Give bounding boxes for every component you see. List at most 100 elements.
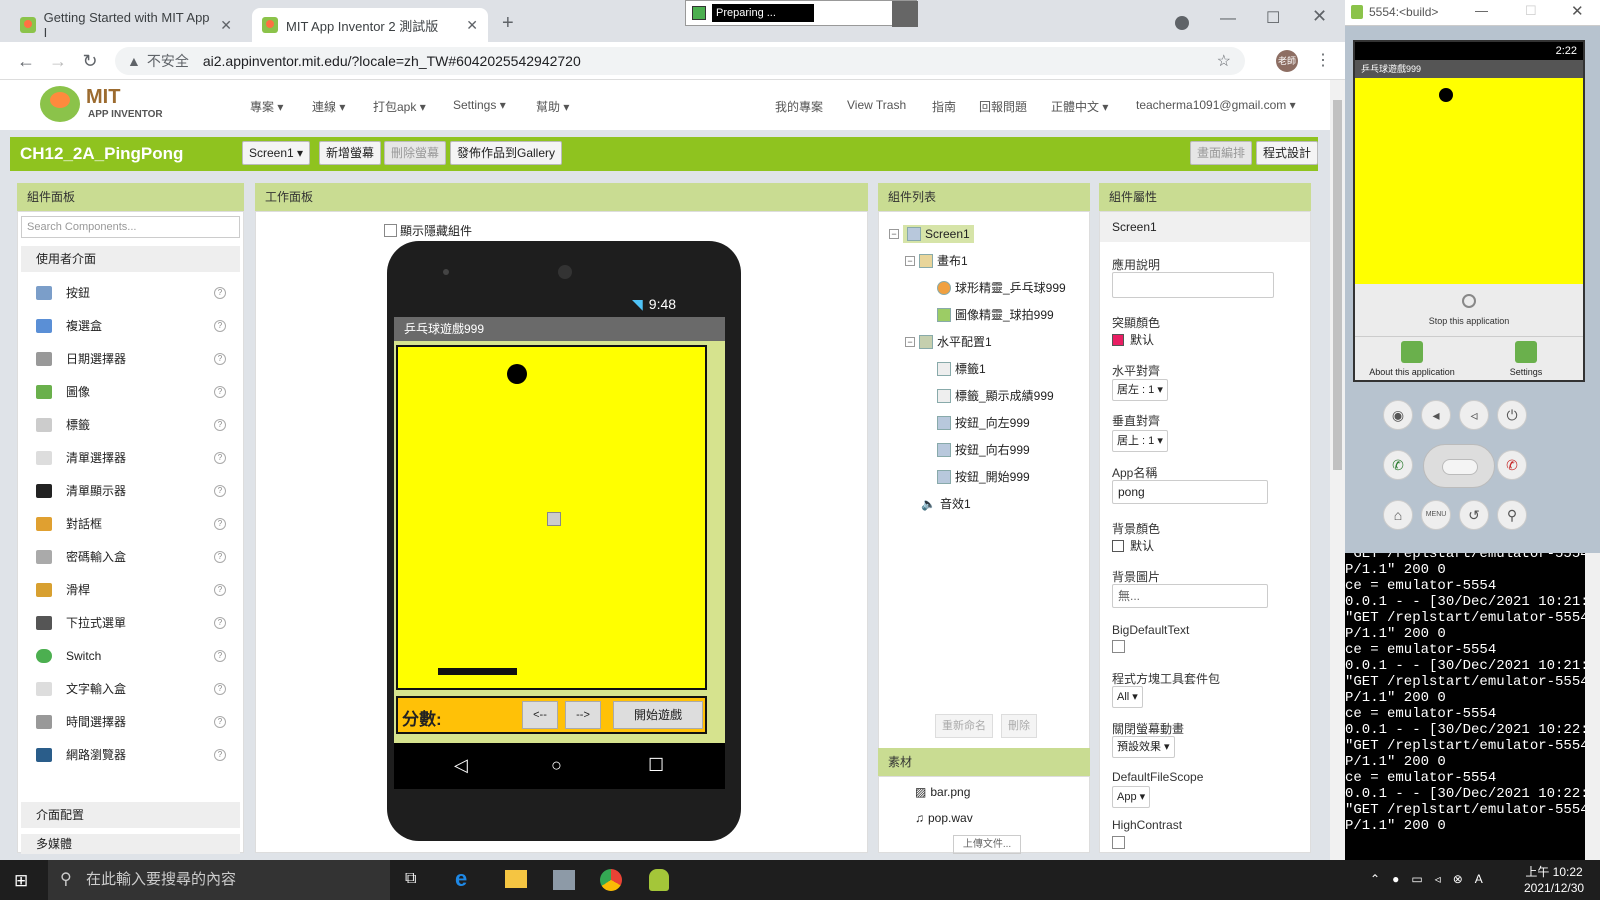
volume-up-icon[interactable]: ◃ — [1459, 400, 1489, 430]
publish-gallery-button[interactable]: 發佈作品到Gallery — [450, 141, 563, 165]
tab-app-inventor[interactable]: MIT App Inventor 2 測試版 ✕ — [252, 8, 488, 42]
page-scrollbar[interactable] — [1330, 80, 1345, 860]
clock[interactable]: 上午 10:22 2021/12/30 — [1524, 864, 1584, 896]
help-icon[interactable]: ? — [214, 385, 226, 398]
palette-item-listview[interactable]: 清單顯示器? — [21, 474, 240, 507]
menu-help[interactable]: 幫助 ▾ — [536, 98, 569, 115]
palette-item-listpicker[interactable]: 清單選擇器? — [21, 441, 240, 474]
end-call-icon[interactable]: ✆ — [1497, 450, 1527, 480]
tab-getting-started[interactable]: Getting Started with MIT App I ✕ — [10, 8, 242, 42]
close-window-icon[interactable]: ✕ — [1312, 6, 1327, 27]
home-nav-icon[interactable]: ○ — [551, 755, 562, 776]
palette-item-datepicker[interactable]: 日期選擇器? — [21, 342, 240, 375]
palette-item-image[interactable]: 圖像? — [21, 375, 240, 408]
section-user-interface[interactable]: 使用者介面 — [21, 246, 240, 272]
taskbar-search[interactable]: ⚲ 在此輸入要搜尋的內容 — [48, 860, 390, 900]
recents-nav-icon[interactable]: ☐ — [648, 755, 664, 776]
checkbox[interactable] — [384, 224, 397, 237]
task-view-icon[interactable]: ⧉ — [405, 870, 416, 888]
emu-canvas[interactable] — [1355, 78, 1583, 284]
menu-report[interactable]: 回報問題 — [979, 98, 1027, 115]
menu-account[interactable]: teacherma1091@gmail.com ▾ — [1136, 98, 1296, 112]
address-bar[interactable]: ▲ 不安全 ai2.appinventor.mit.edu/?locale=zh… — [115, 47, 1245, 75]
blocks-button[interactable]: 程式設計 — [1256, 141, 1318, 165]
tab-search-icon[interactable] — [1175, 16, 1189, 30]
start-button[interactable]: 開始遊戲 — [613, 701, 703, 729]
android-emulator-icon[interactable] — [649, 869, 669, 891]
tree-item-right-button[interactable]: 按鈕_向右999 — [889, 436, 1079, 463]
section-layout[interactable]: 介面配置 — [21, 802, 240, 828]
microphone-icon[interactable]: ● — [1392, 872, 1399, 886]
volume-icon[interactable]: ◃ — [1435, 872, 1441, 886]
emu-minimize-icon[interactable]: — — [1475, 3, 1488, 18]
palette-item-textbox[interactable]: 文字輸入盒? — [21, 672, 240, 705]
chrome-icon[interactable] — [600, 869, 622, 891]
collapse-icon[interactable]: − — [905, 255, 915, 266]
tree-item-screen1[interactable]: − Screen1 — [889, 220, 1079, 247]
left-button[interactable]: <-- — [522, 701, 558, 729]
about-app-item[interactable]: About this application — [1355, 336, 1469, 380]
help-icon[interactable]: ? — [214, 319, 226, 332]
search-icon[interactable]: ⚲ — [1497, 500, 1527, 530]
help-icon[interactable]: ? — [214, 550, 226, 563]
power-icon[interactable]: ⏻ — [1497, 400, 1527, 430]
bgcolor-picker[interactable]: 默认 — [1112, 537, 1154, 554]
minimize-icon[interactable]: — — [1220, 10, 1236, 28]
canvas[interactable] — [396, 345, 707, 690]
valign-select[interactable]: 居上 : 1 ▾ — [1112, 430, 1168, 452]
dpad-center[interactable] — [1442, 459, 1478, 475]
ball-sprite[interactable] — [507, 364, 527, 384]
tree-item-canvas1[interactable]: − 畫布1 — [889, 247, 1079, 274]
browser-menu-icon[interactable]: ⋮ — [1315, 50, 1331, 70]
paddle-sprite[interactable] — [438, 668, 517, 675]
palette-item-spinner[interactable]: 下拉式選單? — [21, 606, 240, 639]
bigtext-checkbox[interactable] — [1112, 640, 1125, 653]
tree-item-score-label[interactable]: 標籤_顯示成績999 — [889, 382, 1079, 409]
new-tab-button[interactable]: + — [502, 12, 514, 35]
camera-button-icon[interactable]: ◉ — [1383, 400, 1413, 430]
emu-maximize-icon[interactable]: ☐ — [1525, 3, 1537, 19]
preparing-close[interactable] — [892, 1, 918, 27]
network-icon[interactable]: ▭ — [1411, 872, 1422, 886]
palette-item-notifier[interactable]: 對話框? — [21, 507, 240, 540]
tree-item-hlayout[interactable]: − 水平配置1 — [889, 328, 1079, 355]
windows-start-icon[interactable]: ⊞ — [14, 871, 28, 891]
settings-item[interactable]: Settings — [1469, 336, 1583, 380]
tree-item-left-button[interactable]: 按鈕_向左999 — [889, 409, 1079, 436]
dpad[interactable] — [1423, 444, 1495, 488]
edge-icon[interactable]: e — [455, 866, 467, 892]
menu-view-trash[interactable]: View Trash — [847, 98, 906, 112]
blocks-toolkit-select[interactable]: All ▾ — [1112, 686, 1143, 708]
call-icon[interactable]: ✆ — [1383, 450, 1413, 480]
accent-color-picker[interactable]: 默认 — [1112, 331, 1154, 348]
emu-close-icon[interactable]: ✕ — [1571, 2, 1584, 20]
back-button-icon[interactable]: ↺ — [1459, 500, 1489, 530]
bgimage-picker[interactable]: 無... — [1112, 584, 1268, 608]
collapse-icon[interactable]: − — [889, 228, 899, 239]
app-window-icon[interactable] — [553, 870, 575, 890]
halign-select[interactable]: 居左 : 1 ▾ — [1112, 379, 1168, 401]
menu-language[interactable]: 正體中文 ▾ — [1051, 98, 1108, 115]
tree-item-ball[interactable]: 球形精靈_乒乓球999 — [889, 274, 1079, 301]
menu-settings[interactable]: Settings ▾ — [453, 98, 506, 112]
reload-icon[interactable]: ↻ — [78, 49, 102, 73]
help-icon[interactable]: ? — [214, 286, 226, 299]
help-icon[interactable]: ? — [214, 451, 226, 464]
help-icon[interactable]: ? — [214, 583, 226, 596]
close-anim-select[interactable]: 預設效果 ▾ — [1112, 736, 1175, 758]
help-icon[interactable]: ? — [214, 748, 226, 761]
palette-item-button[interactable]: 按鈕? — [21, 276, 240, 309]
bookmark-star-icon[interactable]: ☆ — [1217, 51, 1231, 71]
search-components-input[interactable]: Search Components... — [21, 216, 240, 238]
palette-item-slider[interactable]: 滑桿? — [21, 573, 240, 606]
log-scrollbar[interactable] — [1585, 553, 1600, 860]
palette-item-webviewer[interactable]: 網路瀏覽器? — [21, 738, 240, 771]
palette-item-timepicker[interactable]: 時間選擇器? — [21, 705, 240, 738]
tree-item-start-button[interactable]: 按鈕_開始999 — [889, 463, 1079, 490]
help-icon[interactable]: ? — [214, 418, 226, 431]
tray-chevron-icon[interactable]: ⌃ — [1370, 872, 1380, 886]
about-textarea[interactable] — [1112, 272, 1274, 298]
home-icon[interactable]: ⌂ — [1383, 500, 1413, 530]
app-inventor-logo-icon[interactable] — [40, 86, 80, 122]
show-hidden-checkbox[interactable]: 顯示隱藏組件 — [384, 222, 472, 239]
